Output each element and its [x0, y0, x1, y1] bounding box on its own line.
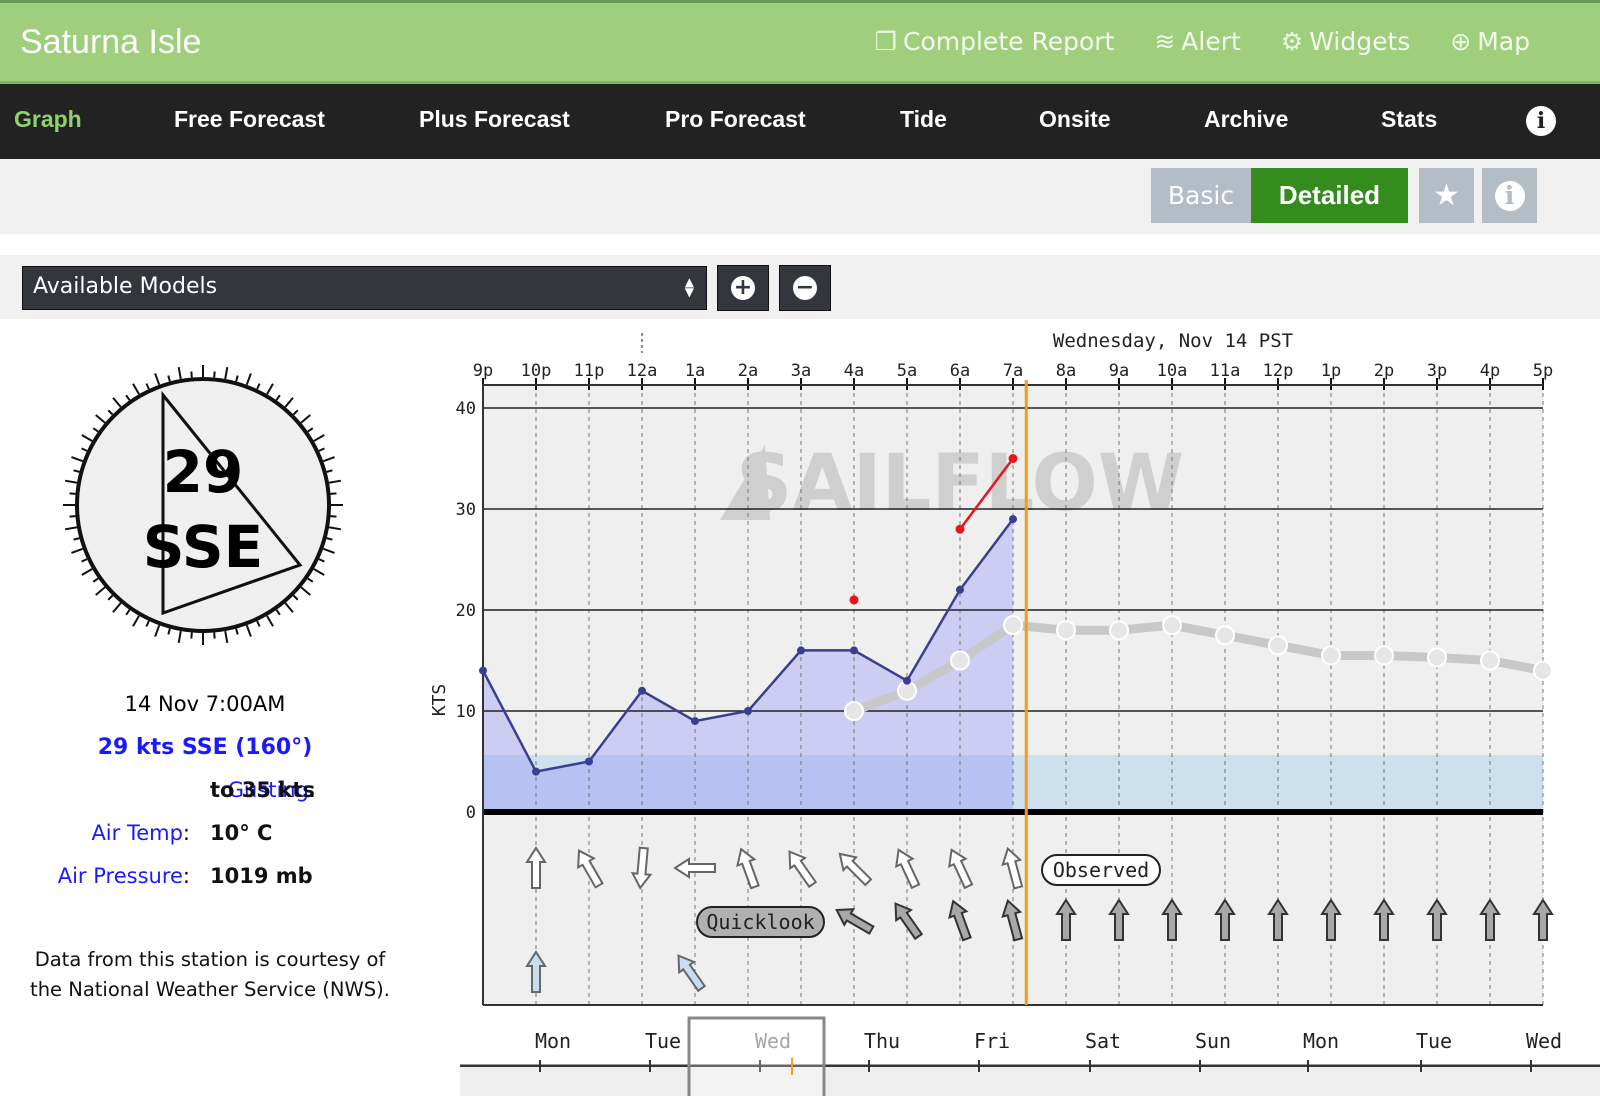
quicklook-label-text: Quicklook — [706, 910, 814, 934]
gust-point[interactable] — [1008, 454, 1018, 463]
forecast-point[interactable] — [1109, 620, 1129, 641]
observed-point[interactable] — [744, 707, 752, 715]
x-tick-label: 10a — [1157, 361, 1188, 381]
timeline-day[interactable]: Mon — [1303, 1029, 1339, 1053]
forecast-point[interactable] — [1268, 635, 1288, 656]
observed-point[interactable] — [638, 686, 646, 695]
x-tick-label: 12a — [627, 361, 658, 381]
observed-point[interactable] — [797, 646, 805, 655]
observed-point[interactable] — [585, 757, 593, 766]
wind-chart[interactable]: Wednesday, Nov 14 PST KTS SAILFLOW9p 10p 1… — [0, 0, 1600, 1096]
x-tick-label: 1a — [685, 361, 705, 381]
observed-label-text: Observed — [1053, 858, 1149, 882]
y-axis-label: KTS — [429, 684, 450, 717]
observed-point[interactable] — [532, 767, 540, 776]
gust-point[interactable] — [955, 524, 965, 534]
y-tick-label: 30 — [456, 500, 476, 520]
forecast-point[interactable] — [1162, 615, 1182, 636]
forecast-point[interactable] — [1003, 615, 1023, 636]
forecast-point[interactable] — [1374, 645, 1394, 666]
observed-point[interactable] — [479, 666, 487, 675]
forecast-point[interactable] — [1427, 647, 1447, 668]
timeline-day[interactable]: Tue — [1416, 1029, 1452, 1053]
x-tick-label: 11a — [1210, 361, 1241, 381]
x-tick-label: 11p — [574, 361, 605, 381]
x-tick-label: 9p — [473, 361, 493, 381]
y-tick-label: 10 — [456, 702, 476, 722]
timeline-day[interactable]: Tue — [645, 1029, 681, 1053]
x-tick-label: 3a — [791, 361, 811, 381]
x-tick-label: 12p — [1263, 361, 1294, 381]
x-tick-label: 7a — [1003, 361, 1023, 381]
forecast-point[interactable] — [1056, 620, 1076, 641]
observed-point[interactable] — [956, 585, 964, 594]
timeline-day[interactable]: Thu — [864, 1029, 900, 1053]
x-tick-label: 4p — [1480, 361, 1500, 381]
forecast-point[interactable] — [1480, 650, 1500, 671]
forecast-point[interactable] — [1533, 660, 1553, 681]
y-tick-label: 40 — [456, 399, 476, 419]
observed-point[interactable] — [1009, 515, 1017, 524]
x-tick-label: 5p — [1533, 361, 1553, 381]
observed-point[interactable] — [850, 646, 858, 655]
forecast-point[interactable] — [950, 650, 970, 671]
chart-title: Wednesday, Nov 14 PST — [1053, 330, 1293, 352]
forecast-point[interactable] — [844, 701, 864, 721]
x-tick-label: 6a — [950, 361, 970, 381]
x-tick-label: 2a — [738, 361, 758, 381]
x-tick-label: 10p — [521, 361, 552, 381]
x-tick-label: 2p — [1374, 361, 1394, 381]
observed-point[interactable] — [691, 717, 699, 726]
timeline-day[interactable]: Sat — [1085, 1029, 1121, 1053]
timeline-day[interactable]: Sun — [1195, 1029, 1231, 1053]
x-tick-label: 8a — [1056, 361, 1076, 381]
x-tick-label: 1p — [1321, 361, 1341, 381]
gust-point[interactable] — [849, 595, 859, 605]
forecast-point[interactable] — [1215, 625, 1235, 646]
timeline-day[interactable]: Mon — [535, 1029, 571, 1053]
timeline-selection-window[interactable] — [687, 1016, 826, 1096]
x-tick-label: 4a — [844, 361, 864, 381]
x-tick-label: 3p — [1427, 361, 1447, 381]
timeline-day[interactable]: Fri — [974, 1029, 1010, 1053]
timeline-day[interactable]: Wed — [1526, 1029, 1562, 1053]
x-tick-label: 9a — [1109, 361, 1129, 381]
y-tick-label: 0 — [466, 803, 476, 823]
forecast-point[interactable] — [1321, 645, 1341, 666]
observed-point[interactable] — [903, 676, 911, 685]
x-tick-label: 5a — [897, 361, 917, 381]
y-tick-label: 20 — [456, 601, 476, 621]
